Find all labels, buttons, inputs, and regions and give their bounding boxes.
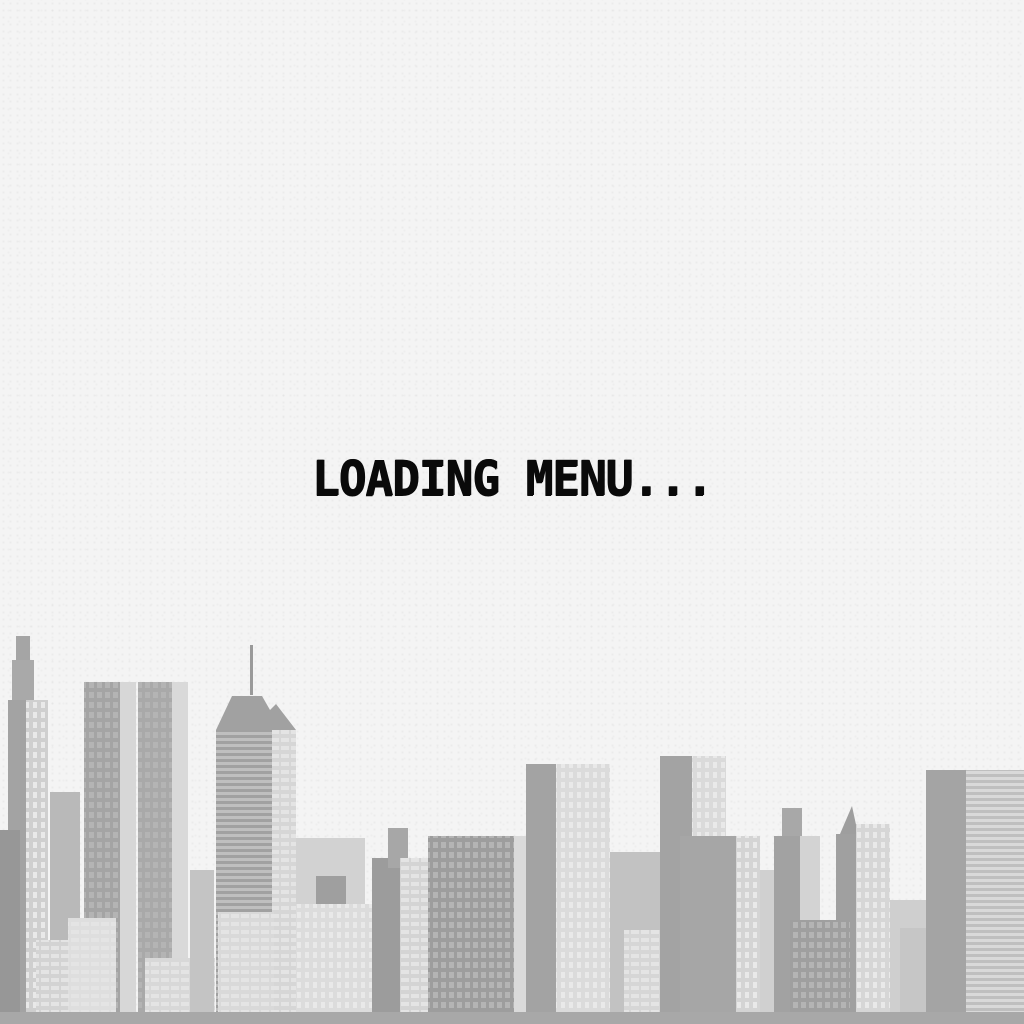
loading-screen: LOADING MENU... — [0, 0, 1024, 1024]
city-skyline-icon — [0, 636, 1024, 1024]
stepped-towers — [774, 806, 890, 1024]
far-right-tower — [900, 770, 1024, 1024]
right-middle-tower — [660, 756, 760, 1024]
loading-menu-text: LOADING MENU... — [311, 449, 713, 507]
ground — [0, 1012, 1024, 1024]
